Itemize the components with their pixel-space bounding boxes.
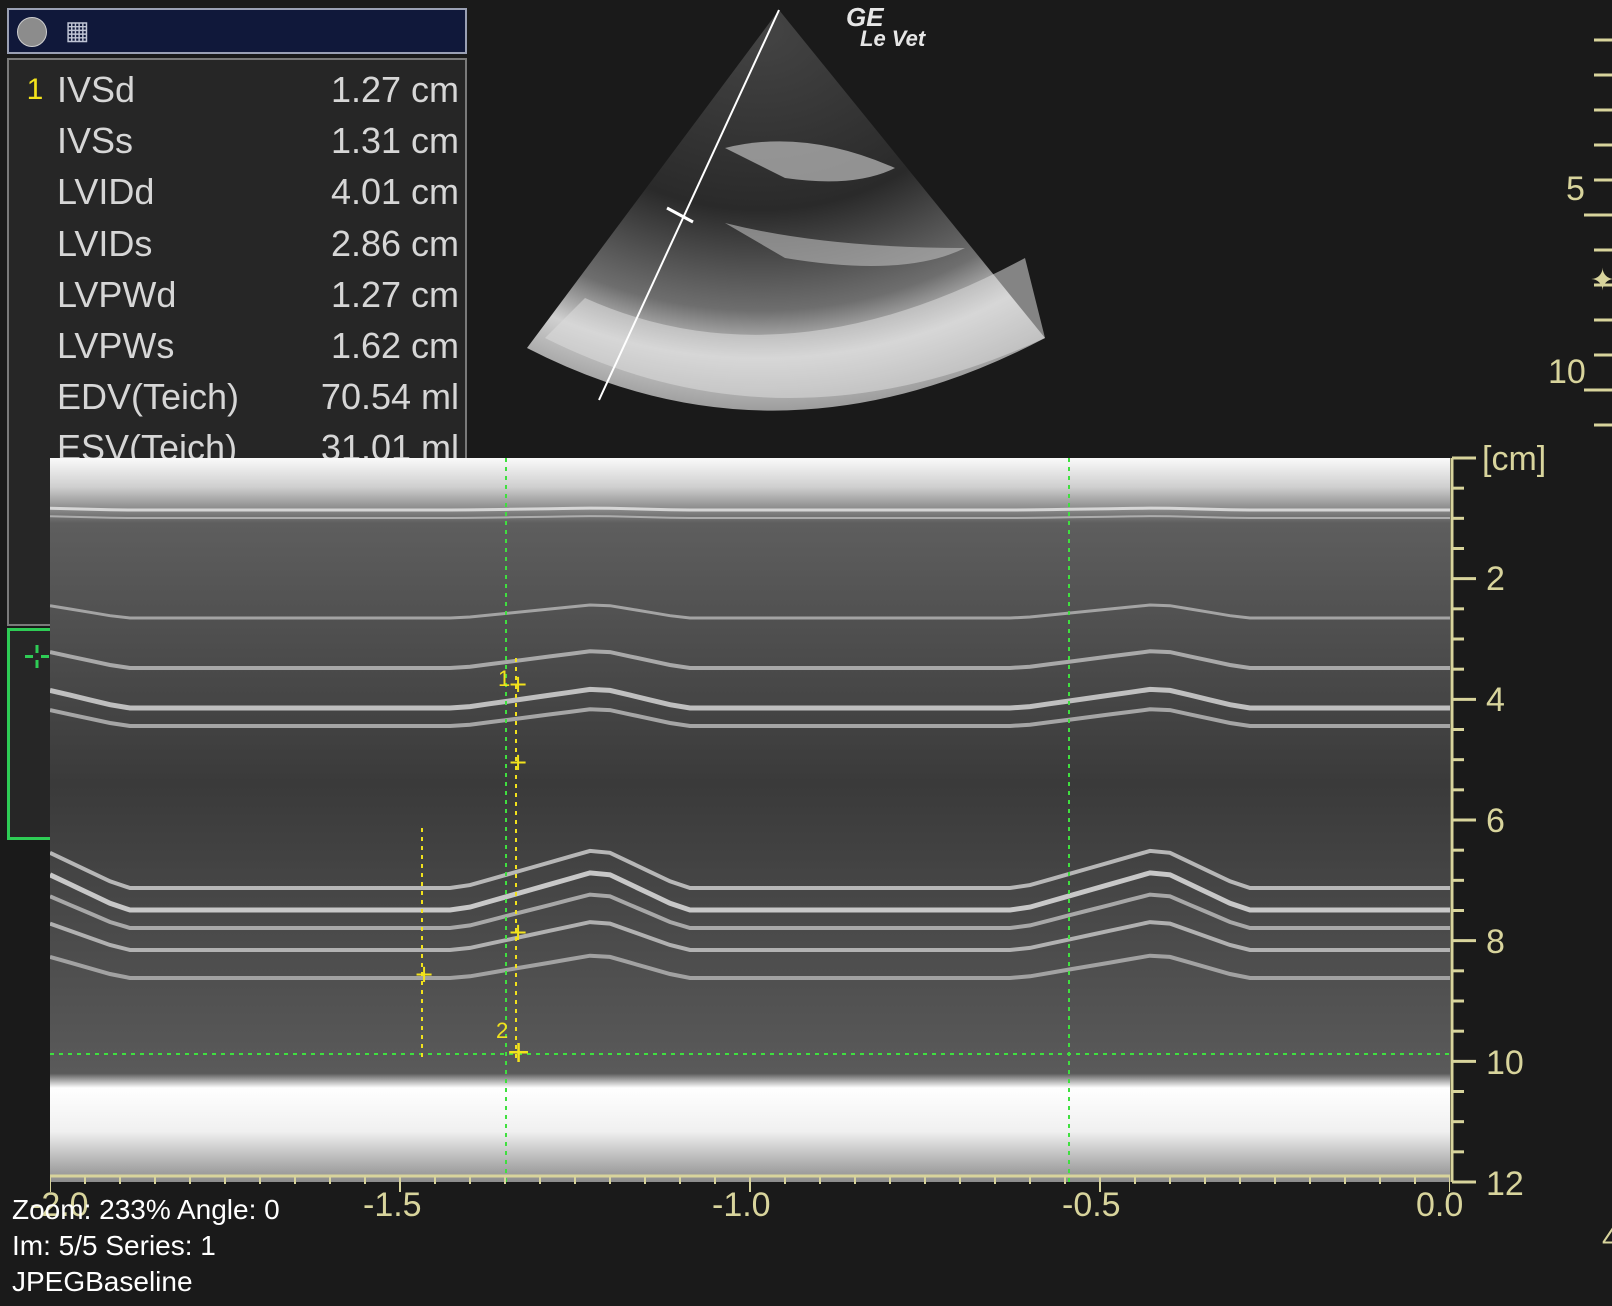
sector-image (527, 9, 1045, 411)
crosshair-icon (24, 631, 50, 682)
caliper-cross-5[interactable]: + (506, 1035, 531, 1070)
measurement-value: 1.62 cm (330, 325, 459, 366)
caliper-cross-3[interactable]: + (508, 918, 528, 946)
depth-tick-label: 2 (1486, 560, 1505, 598)
caliper-cross-4[interactable]: + (414, 960, 434, 988)
measurement-value: 4.01 cm (330, 171, 459, 213)
time-tick-label: -0.5 (1062, 1186, 1121, 1224)
depth-tick-label: 8 (1486, 923, 1505, 961)
depth-tick-label: 6 (1486, 802, 1505, 840)
measurement-value: 1.31 cm (330, 120, 459, 162)
measurement-value: 70.54 ml (320, 376, 459, 418)
measurement-row[interactable]: 1 IVSd 1.27 cm (9, 64, 465, 115)
measurement-label: LVIDs (57, 222, 153, 264)
ge-logo: GE Le Vet (846, 2, 926, 51)
measurement-value: 1.27 cm (330, 69, 459, 110)
sector-tick-label: 10 (1548, 353, 1586, 391)
time-tick-label: 0.0 (1416, 1186, 1464, 1224)
measurement-row[interactable]: EDV(Teich) 70.54 ml (9, 371, 465, 422)
sector-tick-label: 5 (1566, 170, 1585, 208)
focus-marker-icon: ✦ (1590, 263, 1612, 298)
depth-unit-label: [cm] (1482, 440, 1547, 478)
depth-tick-label: 4 (1486, 681, 1505, 719)
measurement-label: IVSd (57, 69, 136, 110)
measurement-label: LVPWs (57, 325, 175, 366)
measurement-value: 2.86 cm (330, 222, 459, 264)
m-mode-background (50, 458, 1450, 1182)
logo-model: Le Vet (860, 26, 926, 51)
measurement-label: EDV(Teich) (57, 376, 240, 418)
depth-ruler (1450, 456, 1476, 1184)
top-toolbar: ▦ (7, 8, 467, 54)
image-status: Im: 5/5 Series: 1 (12, 1230, 216, 1261)
edge-mark: 4 (1602, 1222, 1612, 1255)
caliper-cross-2[interactable]: + (508, 748, 528, 776)
depth-ruler-ticks (1452, 456, 1476, 1184)
measurement-label: IVSs (57, 120, 134, 162)
caliper-cross-1[interactable]: + (508, 670, 528, 698)
measurement-row[interactable]: LVIDs 2.86 cm (9, 218, 465, 269)
measurement-label: LVIDd (57, 171, 155, 213)
measurement-row[interactable]: LVPWd 1.27 cm (9, 269, 465, 320)
m-mode-display: 1 2 + + + + + (50, 458, 1450, 1182)
zoom-status: Zoom: 233% Angle: 0 (12, 1194, 280, 1225)
time-tick-label: -1.5 (363, 1186, 422, 1224)
measurement-value: 1.27 cm (330, 273, 459, 315)
sector-ruler-ticks (1584, 38, 1612, 427)
record-button[interactable] (17, 17, 47, 47)
active-index: 1 (26, 73, 44, 106)
grid-icon[interactable]: ▦ (65, 15, 99, 45)
measurement-label: LVPWd (57, 273, 177, 315)
depth-tick-label: 12 (1486, 1165, 1524, 1203)
time-tick-label: -1.0 (712, 1186, 771, 1224)
measurement-row[interactable]: LVIDd 4.01 cm (9, 166, 465, 217)
measurement-row[interactable]: LVPWs 1.62 cm (9, 320, 465, 371)
logo-brand: GE (846, 2, 884, 32)
measurement-row[interactable]: IVSs 1.31 cm (9, 115, 465, 166)
codec-status: JPEGBaseline (12, 1266, 193, 1297)
depth-tick-label: 10 (1486, 1044, 1524, 1082)
